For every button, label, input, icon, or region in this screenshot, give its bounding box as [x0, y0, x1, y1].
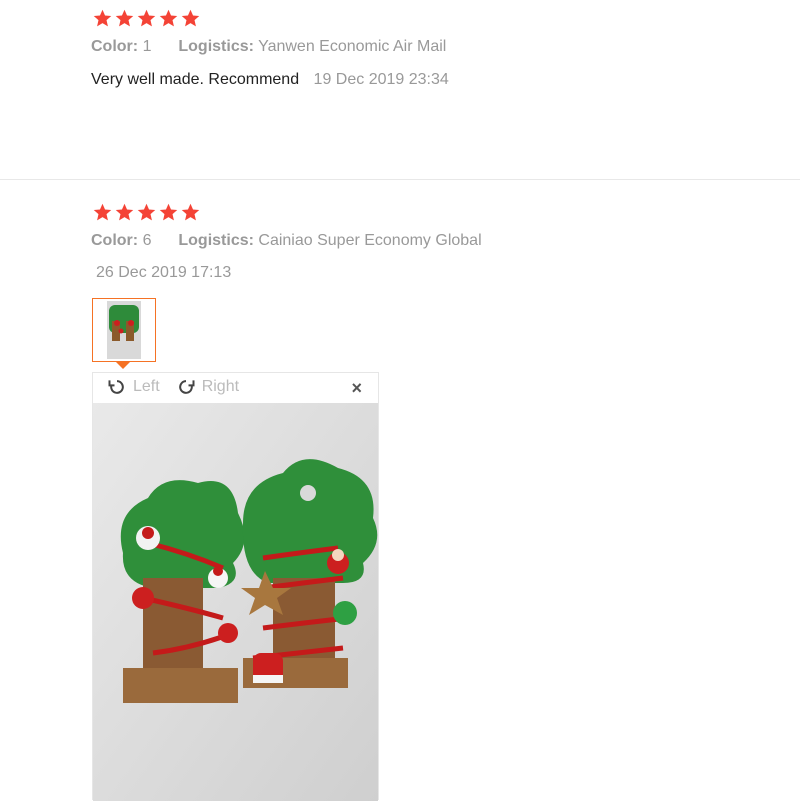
- star-icon: [181, 203, 200, 221]
- viewer-toolbar: Left Right ×: [93, 373, 378, 401]
- logistics-value: Yanwen Economic Air Mail: [258, 38, 447, 55]
- star-icon: [159, 203, 178, 221]
- star-icon: [137, 9, 156, 27]
- review-text-row: Very well made. Recommend 19 Dec 2019 23…: [91, 71, 449, 89]
- rotate-right-icon: [178, 380, 195, 394]
- rotate-left-button[interactable]: Left: [107, 377, 160, 397]
- color-value: 6: [142, 232, 152, 249]
- logistics-label: Logistics:: [178, 232, 254, 249]
- star-rating: [92, 8, 201, 29]
- review-photo-image: [93, 403, 378, 801]
- review-text: Very well made. Recommend: [91, 71, 300, 88]
- star-icon: [181, 9, 200, 27]
- star-icon: [115, 9, 134, 27]
- order-info: Color: 6 Logistics: Cainiao Super Econom…: [91, 232, 482, 250]
- color-value: 1: [142, 38, 152, 55]
- photo-thumbnail-image: [107, 301, 141, 359]
- star-icon: [159, 9, 178, 27]
- review-date: 19 Dec 2019 23:34: [313, 71, 449, 88]
- star-icon: [115, 203, 134, 221]
- rotate-left-label: Left: [133, 378, 160, 395]
- thumbnail-active-indicator: [116, 362, 130, 369]
- star-icon: [93, 9, 112, 27]
- color-label: Color:: [91, 38, 139, 55]
- color-label: Color:: [91, 232, 139, 249]
- review-photo: [93, 403, 378, 801]
- logistics-label: Logistics:: [178, 38, 254, 55]
- rotate-left-icon: [108, 380, 124, 394]
- rotate-right-label: Right: [201, 378, 240, 395]
- photo-viewer: Left Right ×: [92, 372, 379, 801]
- order-info: Color: 1 Logistics: Yanwen Economic Air …: [91, 38, 446, 56]
- star-icon: [137, 203, 156, 221]
- review-divider: [0, 179, 800, 180]
- star-rating: [92, 202, 201, 223]
- star-icon: [93, 203, 112, 221]
- review-date-row: 26 Dec 2019 17:13: [96, 264, 231, 282]
- logistics-value: Cainiao Super Economy Global: [258, 232, 482, 249]
- review-date: 26 Dec 2019 17:13: [96, 264, 232, 281]
- rotate-right-button[interactable]: Right: [176, 377, 239, 397]
- review-photo-thumbnail[interactable]: [92, 298, 156, 362]
- close-icon[interactable]: ×: [351, 378, 362, 399]
